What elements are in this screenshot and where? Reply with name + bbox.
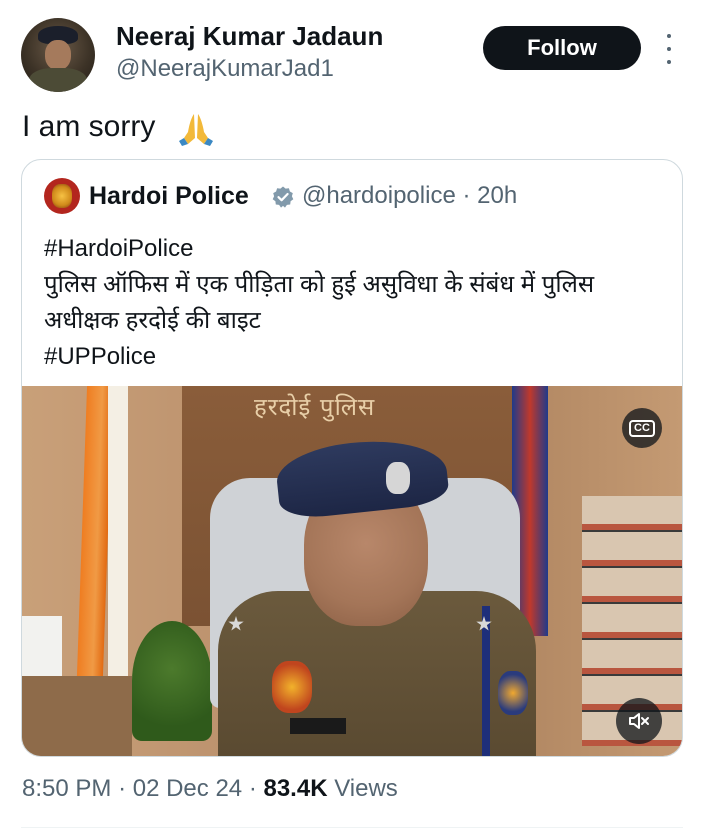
wall-sign-text: हरदोई पुलिस [254, 393, 376, 421]
quoted-handle[interactable]: @hardoipolice [302, 182, 456, 209]
footer-separator: · [118, 775, 127, 802]
post-time[interactable]: 8:50 PM [22, 775, 111, 802]
quoted-author-name[interactable]: Hardoi Police [89, 182, 249, 211]
author-handle[interactable]: @NeerajKumarJad1 [116, 55, 334, 83]
folded-hands-icon [179, 114, 213, 146]
video-player[interactable]: हरदोई पुलिस CC [22, 386, 682, 756]
speaker-muted-icon [629, 713, 649, 729]
quoted-text: #HardoiPolice पुलिस ऑफिस में एक पीड़िता … [44, 231, 594, 375]
meta-separator: · [462, 182, 471, 209]
author-avatar[interactable] [21, 18, 95, 92]
quoted-meta: @hardoipolice · 20h [302, 182, 517, 210]
hashtag-uppolice[interactable]: #UPPolice [44, 339, 594, 375]
quoted-time[interactable]: 20h [477, 182, 517, 209]
footer-separator: · [248, 775, 257, 802]
quoted-author-avatar[interactable] [44, 178, 80, 214]
quoted-text-line: अधीक्षक हरदोई की बाइट [44, 307, 261, 334]
tweet-footer: 8:50 PM · 02 Dec 24 · 83.4K Views [22, 775, 398, 803]
hashtag-hardoipolice[interactable]: #HardoiPolice [44, 231, 594, 267]
quoted-tweet-card[interactable]: Hardoi Police @hardoipolice · 20h #Hardo… [21, 159, 683, 757]
more-options-icon[interactable] [660, 34, 678, 64]
tweet-text: I am sorry [22, 110, 156, 143]
captions-button[interactable]: CC [622, 408, 662, 448]
verified-badge-icon [272, 186, 294, 208]
quoted-text-line: पुलिस ऑफिस में एक पीड़िता को हुई असुविधा… [44, 271, 595, 298]
follow-button[interactable]: Follow [483, 26, 641, 70]
mute-button[interactable] [616, 698, 662, 744]
views-count: 83.4K [263, 775, 328, 802]
cc-icon: CC [629, 419, 655, 437]
views-label: Views [334, 775, 398, 802]
divider [21, 827, 683, 828]
post-date[interactable]: 02 Dec 24 [133, 775, 242, 802]
author-name[interactable]: Neeraj Kumar Jadaun [116, 21, 383, 52]
